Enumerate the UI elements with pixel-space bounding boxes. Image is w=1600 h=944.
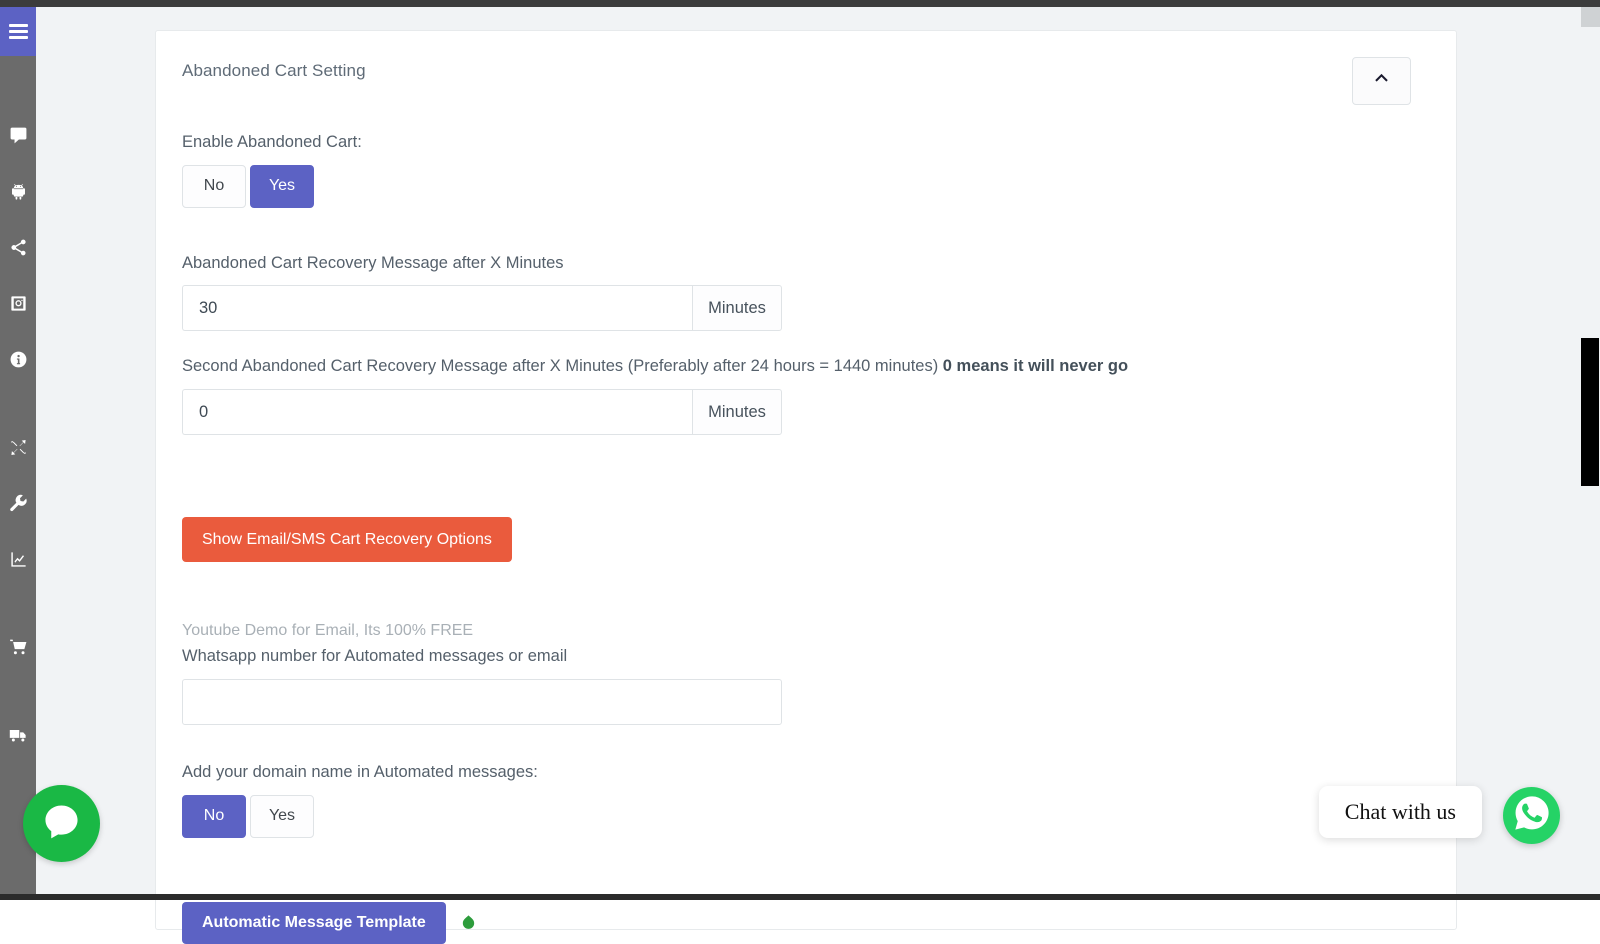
sidebar-spacer: [0, 390, 36, 422]
android-icon: [9, 182, 28, 206]
chat-widget-button[interactable]: [23, 785, 100, 862]
comment-icon: [9, 126, 28, 150]
whatsapp-number-label: Whatsapp number for Automated messages o…: [182, 643, 1430, 670]
add-domain-yes-button[interactable]: Yes: [250, 795, 314, 838]
second-recovery-minutes-addon: Minutes: [692, 389, 782, 435]
horizontal-scrollbar[interactable]: [0, 894, 1600, 900]
add-domain-no-button[interactable]: No: [182, 795, 246, 838]
automatic-message-template-row: Automatic Message Template: [182, 902, 1430, 944]
compress-arrows-icon: [9, 438, 28, 462]
sidebar-item-comment[interactable]: [0, 110, 36, 166]
spacer: [182, 457, 1430, 517]
whatsapp-number-input[interactable]: [182, 679, 782, 725]
sidebar-spacer: [0, 56, 36, 110]
spacer: [182, 562, 1430, 622]
recovery-minutes-addon: Minutes: [692, 285, 782, 331]
spacer: [182, 725, 1430, 759]
sidebar-item-compress[interactable]: [0, 422, 36, 478]
chat-with-us-label[interactable]: Chat with us: [1319, 786, 1482, 838]
enable-cart-label: Enable Abandoned Cart:: [182, 129, 1430, 156]
sidebar-item-share[interactable]: [0, 222, 36, 278]
show-email-sms-recovery-options-button[interactable]: Show Email/SMS Cart Recovery Options: [182, 517, 512, 562]
leaf-icon: [460, 914, 477, 931]
hamburger-icon: [9, 21, 28, 42]
second-recovery-minutes-input-group: Minutes: [182, 389, 782, 435]
enable-cart-yes-button[interactable]: Yes: [250, 165, 314, 208]
browser-top-strip: [0, 0, 1600, 7]
sidebar-item-instagram[interactable]: [0, 278, 36, 334]
chevron-up-icon: [1372, 69, 1391, 93]
abandoned-cart-settings-card: Abandoned Cart Setting Enable Abandoned …: [155, 30, 1457, 930]
chat-bubble-icon: [41, 801, 82, 847]
wrench-icon: [9, 494, 28, 518]
instagram-icon: [9, 294, 28, 318]
collapse-section-button[interactable]: [1352, 57, 1411, 105]
scrollbar-corner: [1581, 7, 1600, 27]
second-recovery-label-text: Second Abandoned Cart Recovery Message a…: [182, 357, 943, 375]
sidebar-spacer: [0, 678, 36, 710]
share-icon: [9, 238, 28, 262]
sidebar-item-analytics[interactable]: [0, 534, 36, 590]
second-recovery-minutes-label: Second Abandoned Cart Recovery Message a…: [182, 353, 1430, 380]
sidebar-item-info[interactable]: [0, 334, 36, 390]
chart-line-icon: [9, 550, 28, 574]
sidebar-item-shipping[interactable]: [0, 710, 36, 766]
info-icon: [9, 350, 28, 374]
shopping-cart-icon: [9, 638, 28, 662]
sidebar-menu-toggle[interactable]: [0, 7, 36, 56]
truck-icon: [9, 726, 28, 750]
page-title: Abandoned Cart Setting: [182, 61, 1430, 81]
whatsapp-icon: [1512, 793, 1552, 838]
sidebar-spacer: [0, 590, 36, 622]
sidebar-item-android[interactable]: [0, 166, 36, 222]
recovery-minutes-input[interactable]: [182, 285, 692, 331]
enable-cart-toggle-group: No Yes: [182, 165, 1430, 208]
second-recovery-label-emphasis: 0 means it will never go: [943, 357, 1128, 375]
add-domain-toggle-group: No Yes: [182, 795, 1430, 838]
second-recovery-minutes-input[interactable]: [182, 389, 692, 435]
recovery-minutes-label: Abandoned Cart Recovery Message after X …: [182, 250, 1430, 277]
recovery-minutes-input-group: Minutes: [182, 285, 782, 331]
sidebar: [0, 7, 36, 900]
add-domain-label: Add your domain name in Automated messag…: [182, 759, 1430, 786]
vertical-scrollbar-thumb[interactable]: [1581, 338, 1599, 486]
automatic-message-template-button[interactable]: Automatic Message Template: [182, 902, 446, 944]
sidebar-item-wrench[interactable]: [0, 478, 36, 534]
whatsapp-chat-button[interactable]: [1503, 787, 1560, 844]
enable-cart-no-button[interactable]: No: [182, 165, 246, 208]
youtube-demo-link[interactable]: Youtube Demo for Email, Its 100% FREE: [182, 622, 1430, 640]
sidebar-item-cart[interactable]: [0, 622, 36, 678]
